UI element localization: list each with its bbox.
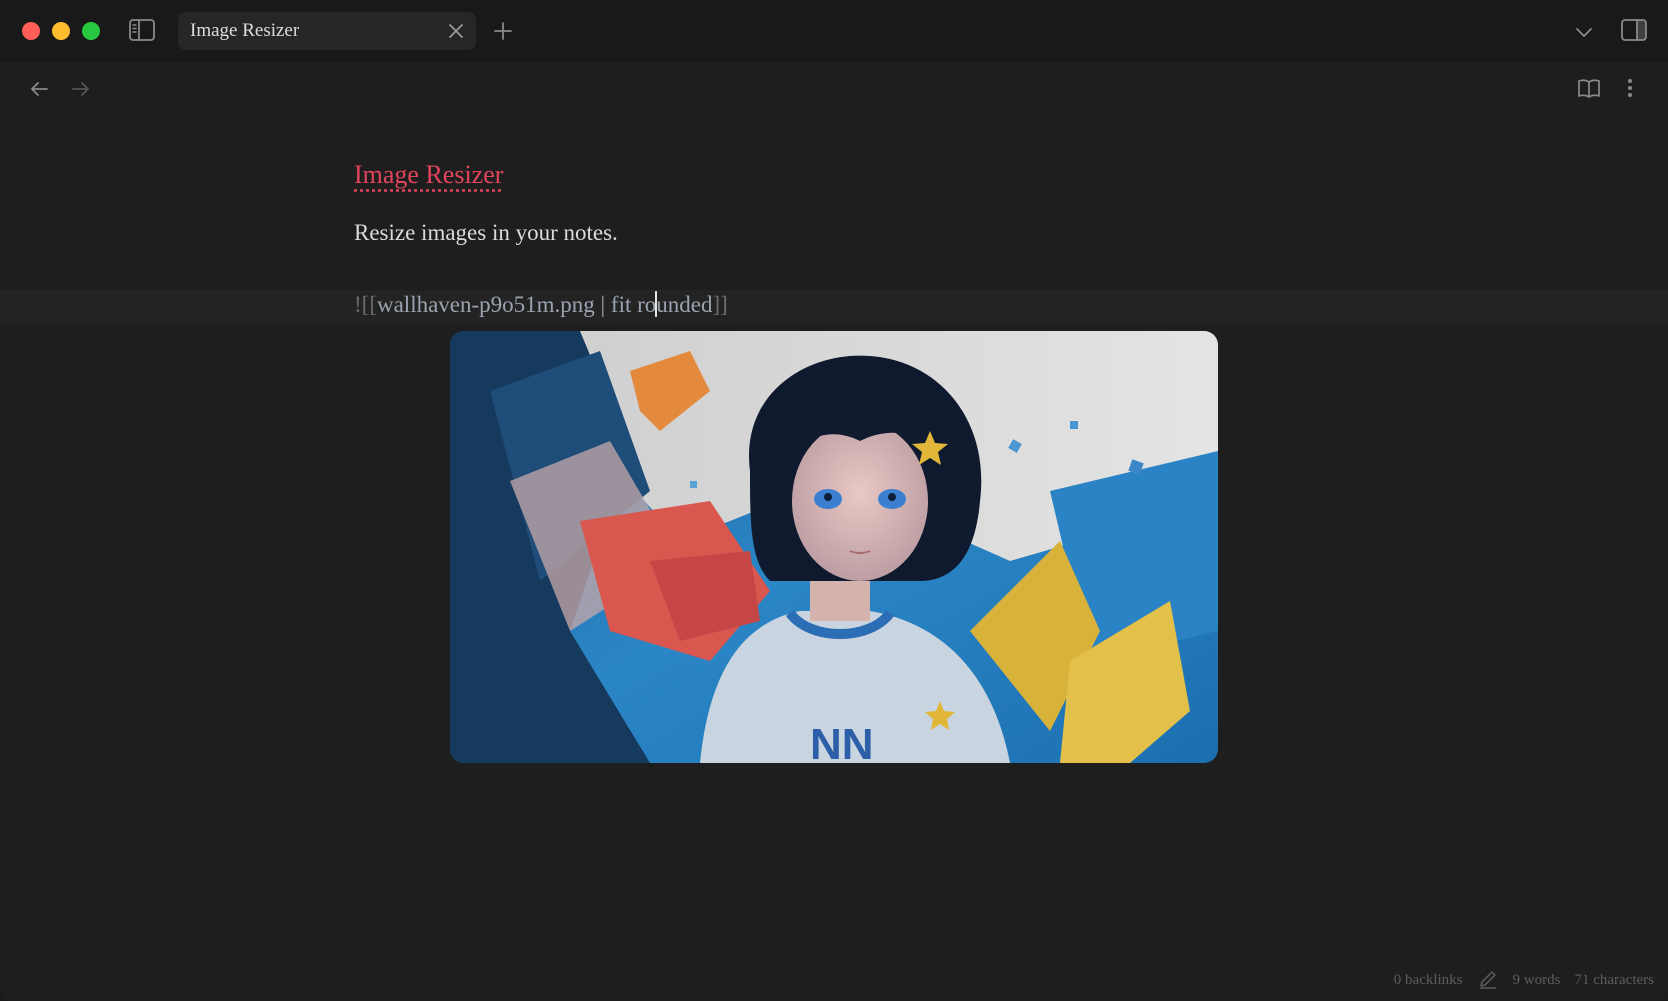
tab-title: Image Resizer (190, 20, 300, 41)
embed-close-brackets: ]] (712, 292, 728, 317)
status-bar: 0 backlinks 9 words 71 characters (1394, 970, 1654, 990)
app-window: Image Resizer Image Resizer Resize image… (0, 0, 1668, 1001)
book-open-icon[interactable] (1576, 76, 1602, 100)
active-line-highlight (0, 290, 1668, 324)
tab-image-resizer[interactable]: Image Resizer (178, 12, 476, 50)
embed-link-text-after-cursor: unded (656, 292, 713, 317)
chevron-down-icon[interactable] (1574, 22, 1594, 42)
title-bar: Image Resizer (0, 0, 1668, 62)
close-icon[interactable] (446, 21, 466, 41)
close-window-button[interactable] (22, 22, 40, 40)
arrow-right-icon[interactable] (70, 78, 92, 100)
minimize-window-button[interactable] (52, 22, 70, 40)
embed-open-brackets: ![[ (354, 292, 377, 317)
arrow-left-icon[interactable] (28, 78, 50, 100)
character-count: 71 characters (1574, 971, 1654, 988)
sidebar-left-icon[interactable] (128, 18, 156, 42)
embed-link-line[interactable]: ![[wallhaven-p9o51m.png | fit rounded]] (354, 291, 728, 318)
zoom-window-button[interactable] (82, 22, 100, 40)
more-vertical-icon[interactable] (1620, 76, 1640, 100)
note-paragraph[interactable]: Resize images in your notes. (354, 220, 618, 246)
embed-link-text-before-cursor: wallhaven-p9o51m.png | fit ro (376, 292, 657, 317)
pencil-icon[interactable] (1477, 970, 1499, 990)
sidebar-right-icon[interactable] (1620, 18, 1648, 42)
plus-icon[interactable] (492, 20, 514, 42)
note-title[interactable]: Image Resizer (354, 160, 503, 190)
svg-text:NN: NN (810, 720, 874, 763)
backlinks-count[interactable]: 0 backlinks (1394, 972, 1463, 989)
word-count: 9 words (1512, 971, 1561, 988)
embedded-image[interactable]: NN (450, 331, 1218, 763)
